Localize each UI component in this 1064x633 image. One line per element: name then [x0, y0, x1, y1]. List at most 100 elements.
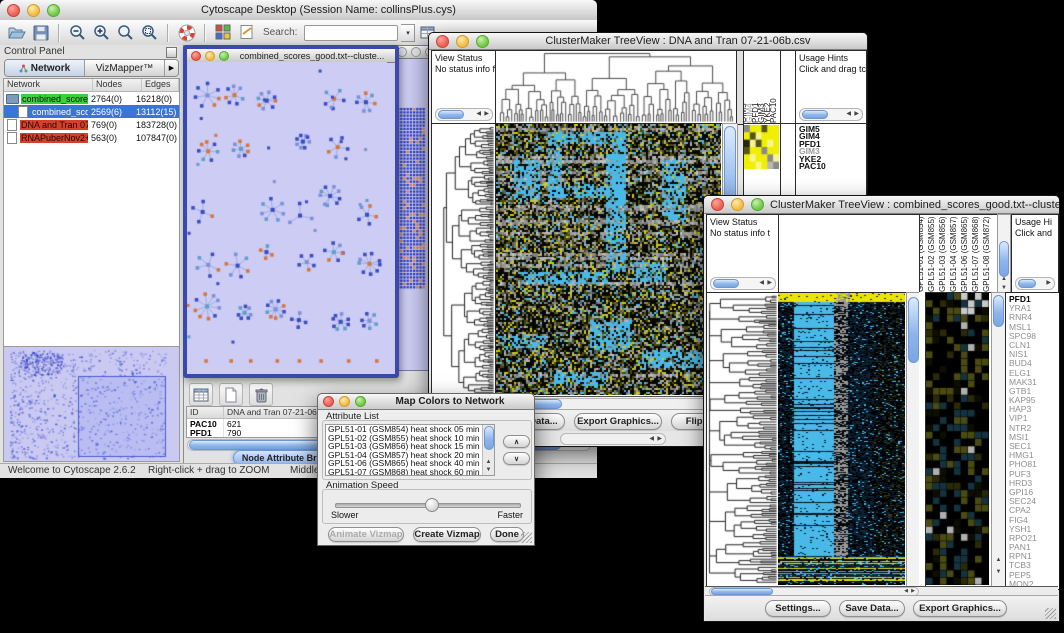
zoom-in-icon[interactable]	[91, 22, 112, 43]
scroll-left-icon[interactable]: ◀	[904, 588, 908, 594]
scroll-down-icon[interactable]: ▼	[483, 466, 494, 475]
scroll-up-icon[interactable]: ▲	[992, 556, 1005, 565]
zoom-button[interactable]	[751, 198, 764, 211]
vizmapper-icon[interactable]	[213, 22, 234, 43]
resize-grip[interactable]	[521, 532, 532, 543]
birdseye-view-canvas[interactable]	[3, 346, 180, 462]
scroll-right-icon[interactable]: ▶	[484, 110, 489, 117]
zoom-matrix-canvas[interactable]	[744, 125, 779, 169]
scroll-left-icon[interactable]: ◀	[846, 110, 851, 117]
save-data-button[interactable]: Save Data...	[839, 600, 905, 617]
close-button[interactable]	[711, 198, 724, 211]
attribute-table-icon[interactable]	[189, 383, 213, 406]
tab-overflow-arrow[interactable]: ▶	[165, 60, 178, 76]
main-title-bar[interactable]: Cytoscape Desktop (Session Name: collins…	[0, 0, 597, 21]
slider-thumb[interactable]	[425, 498, 439, 512]
scroll-up-icon[interactable]: ▲	[998, 275, 1010, 284]
resize-grip[interactable]	[1045, 608, 1056, 619]
move-down-button[interactable]: ∨	[503, 452, 530, 465]
scrollbar-thumb[interactable]	[993, 295, 1004, 327]
scrollbar-thumb[interactable]	[713, 279, 739, 288]
annotation-icon[interactable]	[237, 22, 258, 43]
float-panel-icon[interactable]	[166, 47, 177, 58]
animate-vizmap-button[interactable]: Animate Vizmap	[328, 527, 404, 542]
scrollbar-thumb[interactable]	[484, 426, 494, 450]
zoom-out-icon[interactable]	[67, 22, 88, 43]
usage-hints-scrollbar[interactable]: ◀ ▶	[799, 108, 863, 121]
dialog-title-bar[interactable]: Map Colors to Network	[318, 394, 534, 410]
export-graphics-button[interactable]: Export Graphics...	[913, 600, 1007, 617]
minimize-button[interactable]	[27, 4, 40, 17]
speed-slider[interactable]	[335, 503, 521, 508]
column-id[interactable]: ID	[187, 407, 224, 418]
minimize-button[interactable]	[411, 47, 421, 57]
tab-network[interactable]: Network	[5, 60, 85, 76]
delete-attribute-trash-icon[interactable]	[249, 383, 273, 406]
view-status-scrollbar[interactable]: ◀ ▶	[710, 277, 776, 290]
zoom-fit-icon[interactable]	[139, 22, 160, 43]
help-lifesaver-icon[interactable]	[176, 22, 197, 43]
zoomview-vscrollbar[interactable]: ▲ ▼	[991, 292, 1006, 588]
window-title-bar[interactable]: combined_scores_good.txt--cluste...	[187, 49, 395, 63]
minimize-button[interactable]	[731, 198, 744, 211]
usage-hints-scrollbar[interactable]: ▶	[1015, 277, 1055, 290]
global-heatmap-canvas[interactable]	[778, 293, 905, 585]
zoom-button[interactable]	[219, 51, 229, 61]
scrollbar-thumb[interactable]	[711, 588, 773, 595]
scrollbar-thumb[interactable]	[1018, 279, 1036, 288]
close-button[interactable]	[7, 4, 20, 17]
row-dendrogram-canvas[interactable]	[432, 124, 494, 395]
scroll-down-icon[interactable]: ▼	[992, 568, 1005, 577]
scroll-right-icon[interactable]: ▶	[854, 110, 859, 117]
column-labels-vscrollbar[interactable]: ▲ ▼	[997, 214, 1011, 294]
scrollbar-thumb[interactable]	[999, 241, 1009, 277]
row-dendrogram-canvas[interactable]	[707, 293, 777, 585]
done-button[interactable]: Done	[490, 527, 524, 542]
scroll-right-icon[interactable]: ▶	[657, 435, 662, 442]
attribute-list-item[interactable]: GPL51-07 (GSM868) heat shock 60 min	[326, 468, 494, 476]
view-status-scrollbar[interactable]: ◀ ▶	[435, 108, 493, 121]
attribute-list[interactable]: ▲ ▼ GPL51-01 (GSM854) heat shock 05 minG…	[325, 424, 495, 476]
minimize-button[interactable]	[205, 51, 215, 61]
zoom-heatmap-canvas[interactable]	[926, 293, 989, 585]
network-list-row[interactable]: RNAPuberNov2+ 563(0) 107847(0)	[4, 131, 179, 144]
zoomview-hscrollbar[interactable]: ◀ ▶	[560, 433, 666, 445]
scrollbar-thumb[interactable]	[438, 110, 464, 119]
settings-button[interactable]: Settings...	[765, 600, 831, 617]
export-graphics-button[interactable]: Export Graphics...	[574, 413, 662, 430]
close-button[interactable]	[191, 51, 201, 61]
close-button[interactable]	[436, 35, 449, 48]
scroll-right-icon[interactable]: ▶	[767, 279, 772, 286]
zoom-selected-icon[interactable]	[115, 22, 136, 43]
minimize-button[interactable]	[339, 396, 350, 407]
network-grid-canvas[interactable]	[396, 106, 426, 291]
scroll-left-icon[interactable]: ◀	[759, 279, 764, 286]
search-dropdown-icon[interactable]: ▾	[401, 24, 415, 42]
window-title-bar[interactable]: ClusterMaker TreeView : combined_scores_…	[704, 196, 1059, 214]
scrollbar-thumb[interactable]	[908, 297, 919, 363]
network-list-row[interactable]: combined_sco 2569(6) 13112(15)	[4, 105, 179, 118]
scroll-left-icon[interactable]: ◀	[649, 435, 654, 442]
gene-label[interactable]: PAC10	[796, 163, 866, 170]
minimize-button[interactable]	[456, 35, 469, 48]
scroll-right-icon[interactable]: ▶	[1046, 279, 1051, 286]
search-input[interactable]	[304, 25, 398, 41]
new-attribute-icon[interactable]	[219, 383, 243, 406]
column-dendrogram-canvas[interactable]	[496, 51, 735, 122]
open-session-icon[interactable]	[6, 22, 27, 43]
save-session-icon[interactable]	[30, 22, 51, 43]
tab-vizmapper[interactable]: VizMapper™	[85, 60, 165, 76]
zoom-button[interactable]	[476, 35, 489, 48]
scroll-left-icon[interactable]: ◀	[476, 110, 481, 117]
network-list-row[interactable]: combined_scores 2764(0) 16218(0)	[4, 92, 179, 105]
zoom-button[interactable]	[355, 396, 366, 407]
close-button[interactable]	[323, 396, 334, 407]
scrollbar-thumb[interactable]	[802, 110, 828, 119]
network-view-canvas[interactable]	[187, 62, 387, 366]
scroll-right-icon[interactable]: ▶	[911, 588, 915, 594]
window-title-bar[interactable]: ClusterMaker TreeView : DNA and Tran 07-…	[429, 33, 867, 50]
network-list-row[interactable]: DNA and Tran 07 769(0) 183728(0)	[4, 118, 179, 131]
column-dendrogram-panel[interactable]	[778, 214, 921, 294]
global-heatmap-canvas[interactable]	[496, 124, 721, 395]
create-vizmap-button[interactable]: Create Vizmap	[413, 527, 481, 542]
